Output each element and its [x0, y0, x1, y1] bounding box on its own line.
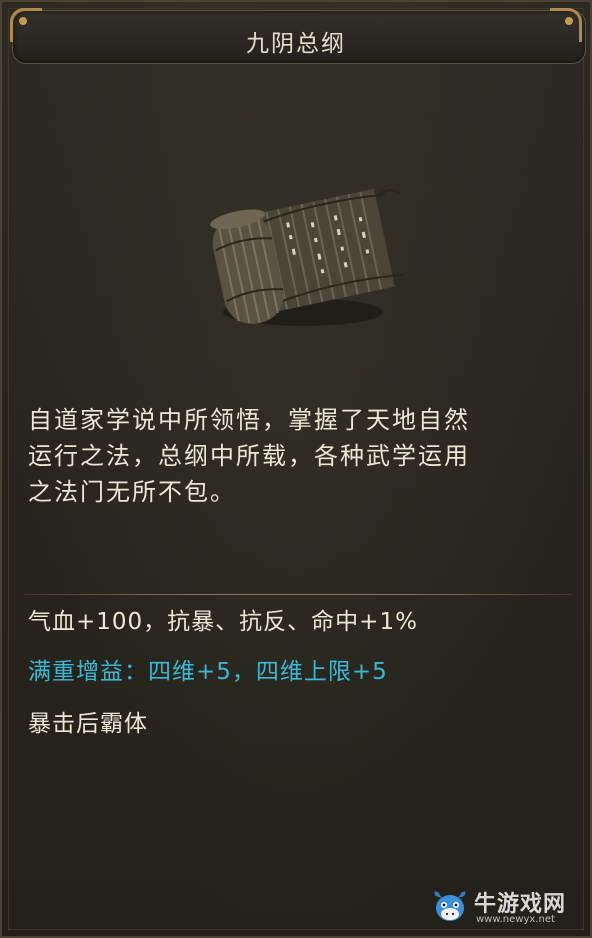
description-line: 自道家学说中所领悟，掌握了天地自然 [28, 406, 470, 434]
cow-mascot-logo [430, 888, 470, 924]
site-watermark: 牛游戏网 www.newyx.net [430, 884, 580, 930]
item-title: 九阴总纲 [246, 31, 346, 57]
base-stats-text: 气血+100，抗暴、抗反、命中+1% [28, 609, 418, 635]
watermark-url: www.newyx.net [476, 914, 555, 925]
bamboo-scroll-icon [198, 172, 408, 342]
full-weight-bonus-text: 满重增益：四维+5，四维上限+5 [28, 659, 388, 685]
description-line: 之法门无所不包。 [28, 478, 236, 506]
description-line: 运行之法，总纲中所载，各种武学运用 [28, 442, 470, 470]
section-divider [24, 594, 572, 595]
item-description: 自道家学说中所领悟，掌握了天地自然 运行之法，总纲中所载，各种武学运用 之法门无… [28, 402, 568, 510]
special-effect-text: 暴击后霸体 [28, 711, 148, 737]
item-tooltip-panel: 九阴总纲 自道家学说中所领悟，掌握了天地自然 运行之法，总纲中所载，各种武学运用… [0, 0, 592, 938]
